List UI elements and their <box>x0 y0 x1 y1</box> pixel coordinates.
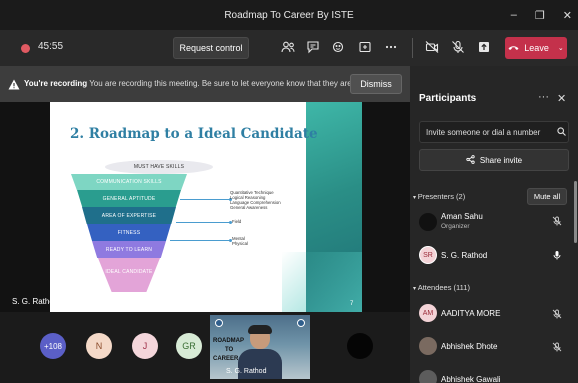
mute-all-button[interactable]: Mute all <box>527 188 567 205</box>
attendees-section-header[interactable]: ▾ Attendees (111) <box>413 283 470 292</box>
mic-off-icon <box>552 216 562 228</box>
note-text: General Awareness <box>230 205 268 210</box>
connector-line <box>170 240 230 241</box>
leave-button[interactable]: Leave ⌄ <box>505 37 567 59</box>
presenter-hair <box>248 325 272 334</box>
note-text: Field <box>232 219 242 224</box>
minimize-icon[interactable]: – <box>511 9 517 21</box>
leave-label: Leave <box>524 43 549 53</box>
chevron-down-icon[interactable]: ⌄ <box>558 44 564 52</box>
mic-off-icon <box>552 309 562 321</box>
window-title: Roadmap To Career By ISTE <box>224 9 354 21</box>
avatar: SR <box>419 246 437 264</box>
warning-icon <box>8 77 20 90</box>
note-text: Physical <box>232 241 249 246</box>
teams-meeting-window: Roadmap To Career By ISTE – ❐ ✕ 45:55 Re… <box>0 0 578 383</box>
chat-icon[interactable] <box>305 39 321 55</box>
avatar: AM <box>419 304 437 322</box>
more-icon[interactable] <box>383 39 399 55</box>
recording-notice: You're recording You are recording this … <box>24 79 358 88</box>
video-tile-name: S. G. Rathod <box>226 368 267 375</box>
logo-icon <box>215 319 223 327</box>
share-invite-button[interactable]: Share invite <box>419 149 569 171</box>
participant-role: Organizer <box>441 223 470 230</box>
participant-name[interactable]: Abhishek Gawali <box>441 375 501 383</box>
expertise-notes: Field <box>232 219 241 224</box>
camera-off-icon[interactable] <box>424 39 440 55</box>
maximize-icon[interactable]: ❐ <box>535 9 545 22</box>
panel-close-icon[interactable]: ✕ <box>557 92 566 105</box>
title-bar: Roadmap To Career By ISTE <box>0 0 578 30</box>
funnel-level-must-have: MUST HAVE SKILLS <box>105 160 213 174</box>
reactions-icon[interactable] <box>331 39 347 55</box>
panel-title: Participants <box>419 93 477 104</box>
avatar <box>419 370 437 383</box>
participant-name[interactable]: S. G. Rathod <box>441 251 487 260</box>
connector-line <box>176 222 230 223</box>
funnel-level-fitness: FITNESS <box>87 224 171 241</box>
slide-page-number: 7 <box>350 301 354 307</box>
funnel-level-aptitude: GENERAL APTITUDE <box>77 190 181 207</box>
recording-indicator-icon <box>21 44 30 53</box>
avatar[interactable]: J <box>132 333 158 359</box>
invite-search-input[interactable]: Invite someone or dial a number <box>419 121 569 143</box>
participant-name[interactable]: Abhishek Dhote <box>441 342 497 351</box>
participant-name[interactable]: Aman Sahu <box>441 212 483 221</box>
share-icon[interactable] <box>476 39 492 55</box>
logo-icon <box>297 319 305 327</box>
mic-on-icon <box>552 250 562 262</box>
avatar[interactable] <box>347 333 373 359</box>
connector-line <box>180 199 230 200</box>
aptitude-notes: Quantitative Technique Logical Reasoning… <box>230 190 281 210</box>
window-controls: – ❐ ✕ <box>511 0 572 30</box>
participants-icon[interactable] <box>280 39 296 55</box>
recording-notice-text: You are recording this meeting. Be sure … <box>87 79 359 88</box>
mic-off-icon[interactable] <box>450 39 466 55</box>
search-icon[interactable] <box>557 127 566 138</box>
funnel-level-expertise: AREA OF EXPERTISE <box>82 207 176 224</box>
recording-notice-bold: You're recording <box>24 79 88 88</box>
avatar <box>419 213 437 231</box>
slide-title: 2. Roadmap to a Ideal Candidate <box>70 126 318 142</box>
presenter-name-label: S. G. Rathod <box>12 297 59 306</box>
phone-hangup-icon <box>508 43 519 53</box>
share-invite-label: Share invite <box>479 155 523 165</box>
presenters-count: Presenters (2) <box>417 192 466 201</box>
video-text-line: ROADMAP <box>213 338 244 344</box>
fitness-notes: Mental Physical <box>232 236 248 246</box>
participant-name[interactable]: AADITYA MORE <box>441 309 500 318</box>
attendees-count: Attendees (111) <box>417 283 470 292</box>
meeting-timer: 45:55 <box>38 41 64 52</box>
panel-scrollbar[interactable] <box>574 181 577 243</box>
dismiss-button[interactable]: Dismiss <box>350 74 402 94</box>
video-text-line: TO <box>225 347 234 353</box>
funnel-level-ready: READY TO LEARN <box>92 241 166 258</box>
more-participants-count[interactable]: +108 <box>40 333 66 359</box>
close-window-icon[interactable]: ✕ <box>563 9 572 22</box>
presenters-section-header[interactable]: ▾ Presenters (2) <box>413 192 465 201</box>
toolbar-divider <box>412 38 413 58</box>
avatar[interactable]: N <box>86 333 112 359</box>
share-link-icon <box>466 154 475 166</box>
funnel-level-communication: COMMUNICATION SKILLS <box>71 174 187 190</box>
panel-more-icon[interactable]: ··· <box>538 91 549 103</box>
request-control-button[interactable]: Request control <box>173 37 249 59</box>
avatar <box>419 337 437 355</box>
avatar[interactable]: GR <box>176 333 202 359</box>
mic-off-icon <box>552 342 562 354</box>
share-tray-icon[interactable] <box>357 39 373 55</box>
